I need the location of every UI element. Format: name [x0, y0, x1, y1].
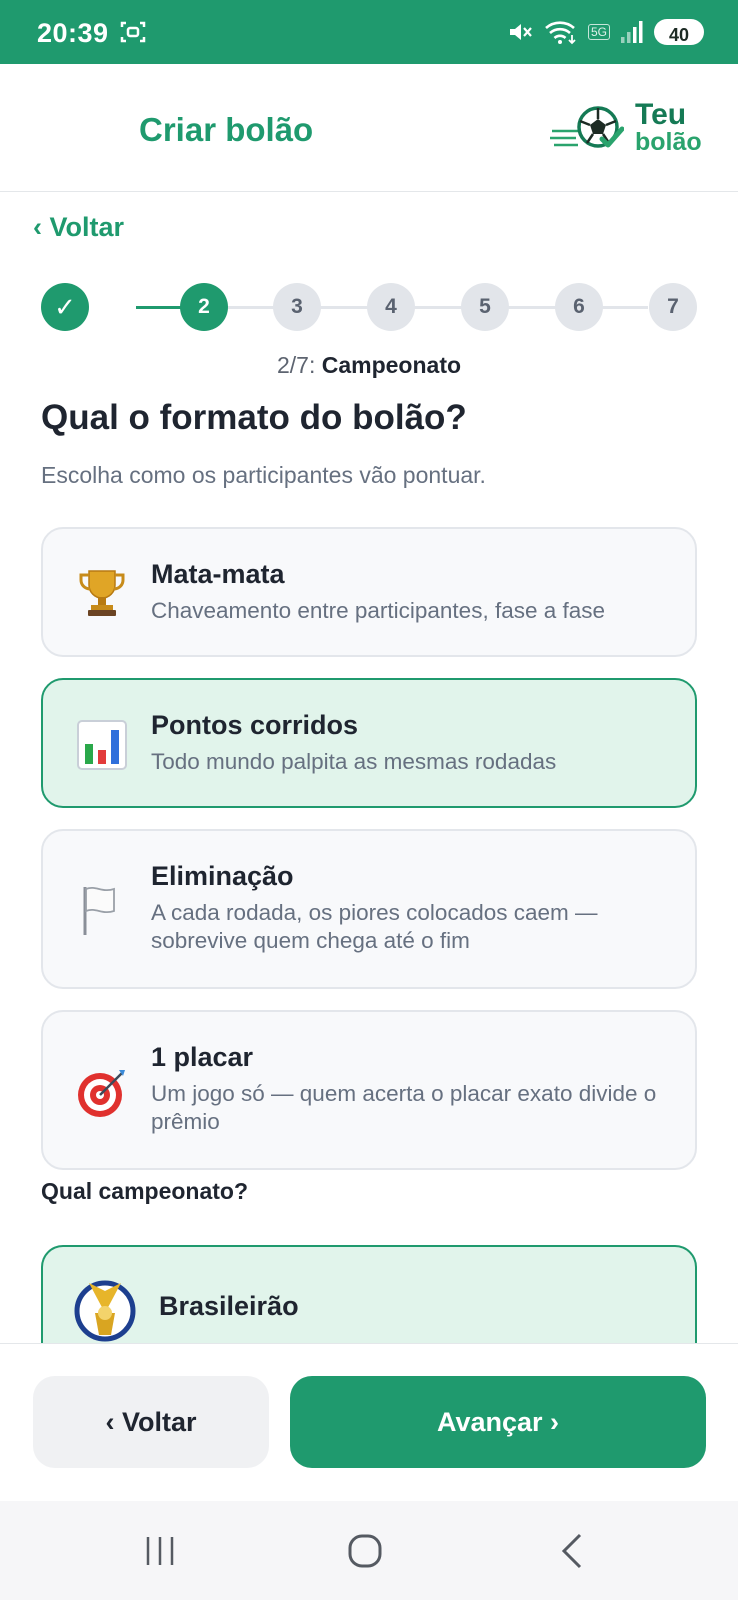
step-caption-prefix: 2/7:: [276, 352, 316, 378]
screen-recorder-icon: [120, 21, 146, 43]
status-bar: 20:39 5G 40: [0, 0, 738, 64]
back-link[interactable]: ‹ Voltar: [33, 212, 124, 243]
step-1-done[interactable]: ✓: [41, 283, 89, 331]
format-option-eliminacao[interactable]: Eliminação A cada rodada, os piores colo…: [41, 829, 697, 989]
logo-text-teu: Teu: [635, 98, 687, 131]
format-title: Eliminação: [151, 861, 294, 891]
home-icon[interactable]: [347, 1533, 383, 1569]
status-time: 20:39: [37, 18, 109, 48]
app-header: Criar bolão Teu bolão: [0, 64, 738, 192]
step-5: 5: [461, 283, 509, 331]
teu-bolao-logo: Teu bolão: [550, 98, 710, 159]
format-title: 1 placar: [151, 1042, 254, 1072]
brasileirao-badge-icon: [74, 1280, 136, 1342]
system-nav-bar: [0, 1501, 738, 1600]
progress-stepper: ✓ 2 3 4 5 6 7: [0, 280, 738, 336]
page-title: Criar bolão: [139, 111, 314, 148]
step-3: 3: [273, 283, 321, 331]
format-description: A cada rodada, os piores colocados caem …: [151, 900, 598, 953]
back-button[interactable]: ‹ Voltar: [33, 1376, 269, 1468]
format-subtitle: Escolha como os participantes vão pontua…: [41, 462, 486, 488]
format-option-1-placar[interactable]: 1 placar Um jogo só — quem acerta o plac…: [41, 1010, 697, 1170]
trophy-icon: [79, 570, 125, 616]
target-icon: [78, 1070, 125, 1117]
format-option-mata-mata[interactable]: Mata-mata Chaveamento entre participante…: [41, 527, 697, 657]
step-2-active[interactable]: 2: [180, 283, 228, 331]
championship-label: Qual campeonato?: [41, 1178, 249, 1204]
step-4: 4: [367, 283, 415, 331]
championship-name: Brasileirão: [159, 1291, 299, 1321]
wifi-icon: [545, 21, 576, 45]
network-type: 5G: [587, 24, 610, 40]
format-description: Todo mundo palpita as mesmas rodadas: [151, 749, 557, 774]
stepper-connector: [136, 306, 184, 309]
battery-indicator: 40: [653, 19, 704, 45]
soccer-ball-icon: [577, 106, 624, 148]
back-nav-icon[interactable]: [558, 1531, 586, 1571]
step-6: 6: [555, 283, 603, 331]
step-caption-name: Campeonato: [321, 352, 462, 378]
format-title: Pontos corridos: [151, 710, 359, 740]
step-caption: 2/7: Campeonato: [0, 352, 738, 379]
logo-text-bolao: bolão: [635, 128, 702, 156]
format-description: Chaveamento entre participantes, fase a …: [151, 598, 606, 623]
signal-icon: [620, 21, 643, 43]
bar-chart-icon: [77, 720, 127, 770]
recents-icon[interactable]: [144, 1535, 176, 1567]
format-option-pontos-corridos[interactable]: Pontos corridos Todo mundo palpita as me…: [41, 678, 697, 808]
format-title: Mata-mata: [151, 559, 285, 589]
format-question: Qual o formato do bolão?: [41, 398, 467, 437]
step-7: 7: [649, 283, 697, 331]
bottom-action-bar: ‹ Voltar Avançar ›: [0, 1343, 738, 1501]
format-description: Um jogo só — quem acerta o placar exato …: [151, 1081, 657, 1134]
championship-option-brasileirao[interactable]: Brasileirão: [41, 1245, 697, 1355]
mute-icon: [509, 24, 532, 40]
next-button[interactable]: Avançar ›: [290, 1376, 706, 1468]
white-flag-icon: [83, 886, 115, 935]
